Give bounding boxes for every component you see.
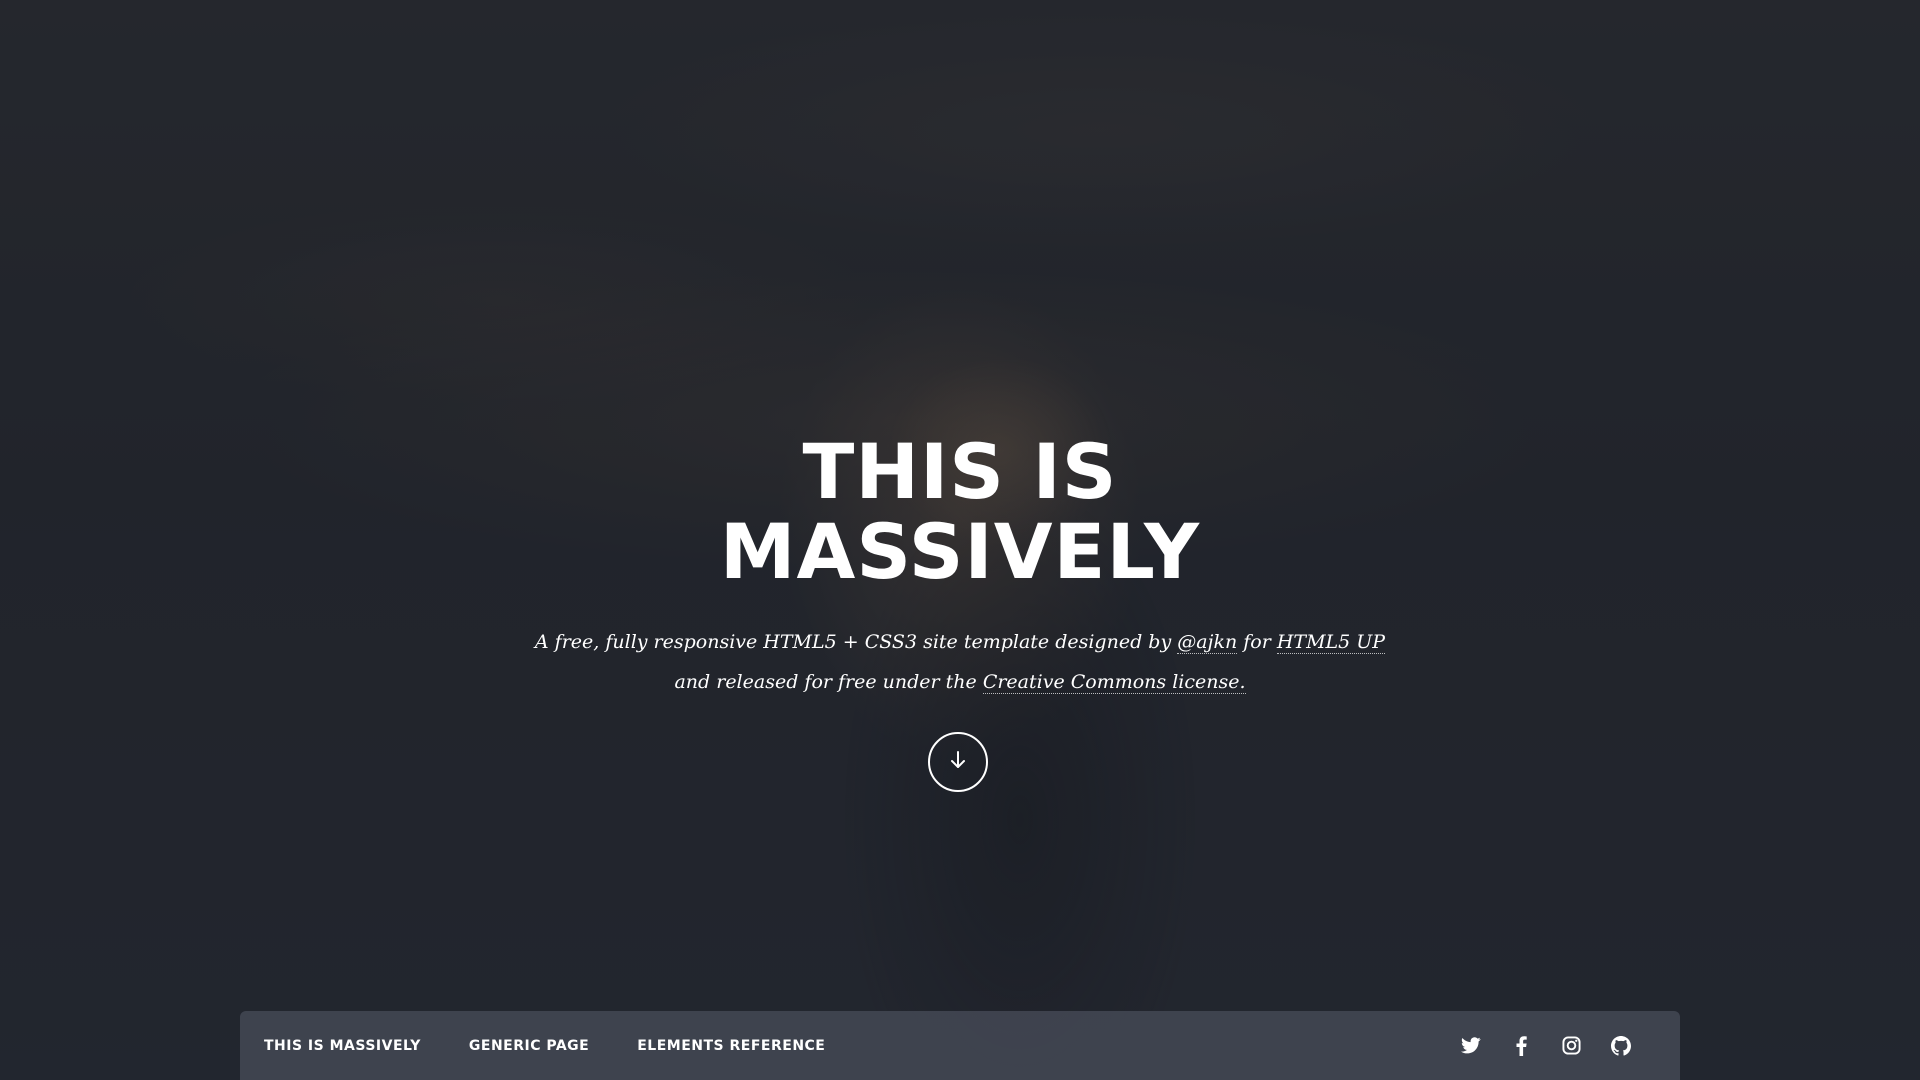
subtitle-text-1: A free, fully responsive HTML5 + CSS3 si… [534,631,1178,653]
nav-bar: THIS IS MASSIVELY GENERIC PAGE ELEMENTS … [240,1011,1680,1080]
subtitle-text-2: for [1237,631,1277,653]
hero-section: THIS IS MASSIVELY A free, fully responsi… [0,0,1920,1080]
arrow-down-icon [949,750,967,775]
subtitle-text-3: and released for free under the [674,671,983,693]
twitter-icon[interactable] [1460,1035,1482,1057]
title-line-1: THIS IS [802,427,1118,516]
title-line-2: MASSIVELY [719,507,1201,596]
hero-content: THIS IS MASSIVELY A free, fully responsi… [0,432,1920,702]
instagram-icon[interactable] [1560,1035,1582,1057]
facebook-icon[interactable] [1510,1035,1532,1057]
author-link[interactable]: @ajkn [1177,631,1238,654]
html5up-link[interactable]: HTML5 UP [1276,631,1386,654]
scroll-down-button[interactable] [928,732,988,792]
hero-subtitle: A free, fully responsive HTML5 + CSS3 si… [510,622,1410,702]
github-icon[interactable] [1610,1035,1632,1057]
social-icons [1460,1011,1632,1080]
nav-link-generic-page[interactable]: GENERIC PAGE [469,1038,589,1054]
page-title: THIS IS MASSIVELY [0,432,1920,592]
nav-links: THIS IS MASSIVELY GENERIC PAGE ELEMENTS … [264,1011,825,1080]
nav-link-this-is-massively[interactable]: THIS IS MASSIVELY [264,1038,421,1054]
nav-link-elements-reference[interactable]: ELEMENTS REFERENCE [637,1038,825,1054]
license-link[interactable]: Creative Commons license. [982,671,1246,694]
